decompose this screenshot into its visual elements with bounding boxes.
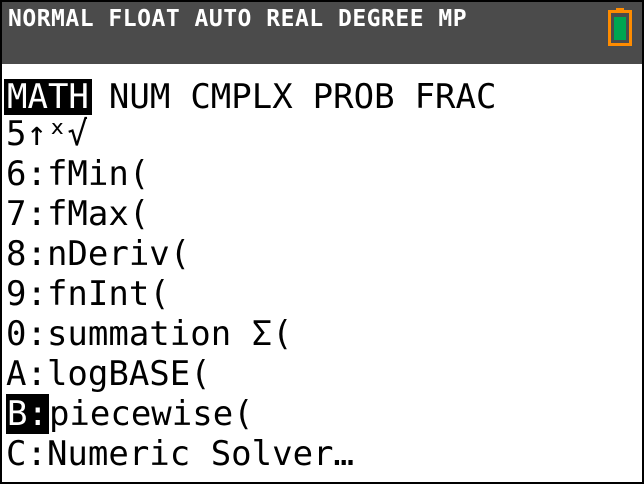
menu-item-key: 9: xyxy=(6,274,47,314)
menu-item-piecewise[interactable]: B:piecewise( xyxy=(6,394,254,434)
menu-item-summation[interactable]: 0:summation Σ( xyxy=(6,314,293,354)
menu-item-label: ˣ√ xyxy=(46,114,88,154)
menu-item-logbase[interactable]: A:logBASE( xyxy=(6,354,211,394)
menu-item-key: A: xyxy=(6,354,47,394)
menu-item-key: C: xyxy=(6,434,47,474)
menu-item-label: piecewise( xyxy=(48,394,254,434)
status-bar: NORMAL FLOAT AUTO REAL DEGREE MP xyxy=(2,2,642,64)
tab-cmplx[interactable]: CMPLX xyxy=(187,79,295,115)
menu-item-label: Numeric Solver… xyxy=(46,434,354,474)
menu-item-label: summation Σ( xyxy=(46,314,293,354)
menu-item-label: fMin( xyxy=(46,154,150,194)
menu-item-label: fnInt( xyxy=(46,274,170,314)
menu-item-fmax[interactable]: 7:fMax( xyxy=(6,194,149,234)
menu-item-key: 8: xyxy=(6,234,47,274)
menu-item-label: nDeriv( xyxy=(46,234,191,274)
menu-item-key: 5↑ xyxy=(6,114,47,154)
battery-icon xyxy=(608,8,632,46)
menu-tabs: MATH NUM CMPLX PROB FRAC xyxy=(4,77,513,115)
menu-item-key-selected: B: xyxy=(6,394,49,434)
menu-item-label: logBASE( xyxy=(46,354,211,394)
tab-prob[interactable]: PROB xyxy=(310,79,398,115)
menu-item-nderiv[interactable]: 8:nDeriv( xyxy=(6,234,190,274)
tab-math[interactable]: MATH xyxy=(4,79,92,115)
menu-item-numeric-solver[interactable]: C:Numeric Solver… xyxy=(6,434,354,474)
tab-frac[interactable]: FRAC xyxy=(412,79,500,115)
calculator-screen: NORMAL FLOAT AUTO REAL DEGREE MP MATH NUM… xyxy=(0,0,644,484)
menu-item-fmin[interactable]: 6:fMin( xyxy=(6,154,149,194)
menu-item-key: 7: xyxy=(6,194,47,234)
menu-item-key: 0: xyxy=(6,314,47,354)
status-text: NORMAL FLOAT AUTO REAL DEGREE MP xyxy=(8,6,468,32)
menu-item-root[interactable]: 5↑ˣ√ xyxy=(6,114,88,154)
menu-item-fnint[interactable]: 9:fnInt( xyxy=(6,274,170,314)
tab-num[interactable]: NUM xyxy=(106,79,173,115)
menu-item-label: fMax( xyxy=(46,194,150,234)
menu-item-key: 6: xyxy=(6,154,47,194)
